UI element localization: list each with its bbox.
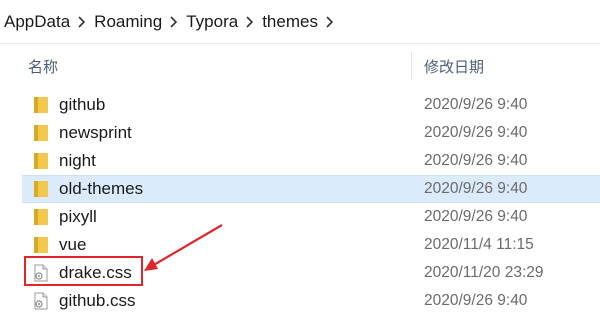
column-header-row: 名称 修改日期: [0, 44, 600, 90]
breadcrumb-item-themes[interactable]: themes: [262, 12, 318, 32]
column-header-name[interactable]: 名称: [28, 56, 58, 77]
list-item-newsprint[interactable]: newsprint 2020/9/26 9:40: [0, 119, 600, 147]
file-modified-date: 2020/11/20 23:29: [424, 264, 544, 281]
file-modified-date: 2020/9/26 9:40: [424, 96, 528, 113]
folder-icon: [34, 97, 48, 113]
file-modified-date: 2020/9/26 9:40: [424, 208, 528, 225]
folder-icon: [34, 181, 48, 197]
column-header-date-modified[interactable]: 修改日期: [424, 56, 484, 77]
file-modified-date: 2020/9/26 9:40: [424, 292, 528, 309]
folder-icon: [34, 153, 48, 169]
list-item-vue[interactable]: vue 2020/11/4 11:15: [0, 231, 600, 259]
chevron-right-icon[interactable]: [318, 12, 342, 32]
file-modified-date: 2020/9/26 9:40: [424, 124, 528, 141]
file-modified-date: 2020/11/4 11:15: [424, 236, 534, 253]
chevron-right-icon[interactable]: [238, 12, 262, 32]
file-name: old-themes: [59, 179, 144, 198]
css-file-icon: [34, 292, 48, 310]
folder-icon: [34, 237, 48, 253]
breadcrumb-item-appdata[interactable]: AppData: [4, 12, 70, 32]
file-name: github: [59, 95, 106, 114]
file-name: pixyll: [59, 207, 97, 226]
list-item-github-css[interactable]: github.css 2020/9/26 9:40: [0, 287, 600, 315]
chevron-right-icon[interactable]: [70, 12, 94, 32]
chevron-right-icon[interactable]: [162, 12, 186, 32]
breadcrumb-item-typora[interactable]: Typora: [186, 12, 238, 32]
breadcrumb-item-roaming[interactable]: Roaming: [94, 12, 162, 32]
file-name: vue: [59, 235, 87, 254]
folder-icon: [34, 209, 48, 225]
file-modified-date: 2020/9/26 9:40: [424, 180, 528, 197]
file-modified-date: 2020/9/26 9:40: [424, 152, 528, 169]
folder-icon: [34, 125, 48, 141]
column-divider[interactable]: [411, 52, 412, 80]
file-name: night: [59, 151, 96, 170]
list-item-night[interactable]: night 2020/9/26 9:40: [0, 147, 600, 175]
breadcrumb: AppData Roaming Typora themes: [0, 0, 600, 44]
list-item-github[interactable]: github 2020/9/26 9:40: [0, 91, 600, 119]
file-name: github.css: [59, 291, 136, 310]
list-item-pixyll[interactable]: pixyll 2020/9/26 9:40: [0, 203, 600, 231]
file-name: newsprint: [59, 123, 132, 142]
annotation-arrow-icon: [144, 224, 223, 271]
list-item-old-themes[interactable]: old-themes 2020/9/26 9:40: [0, 175, 600, 203]
annotation-highlight-box: [24, 256, 143, 286]
